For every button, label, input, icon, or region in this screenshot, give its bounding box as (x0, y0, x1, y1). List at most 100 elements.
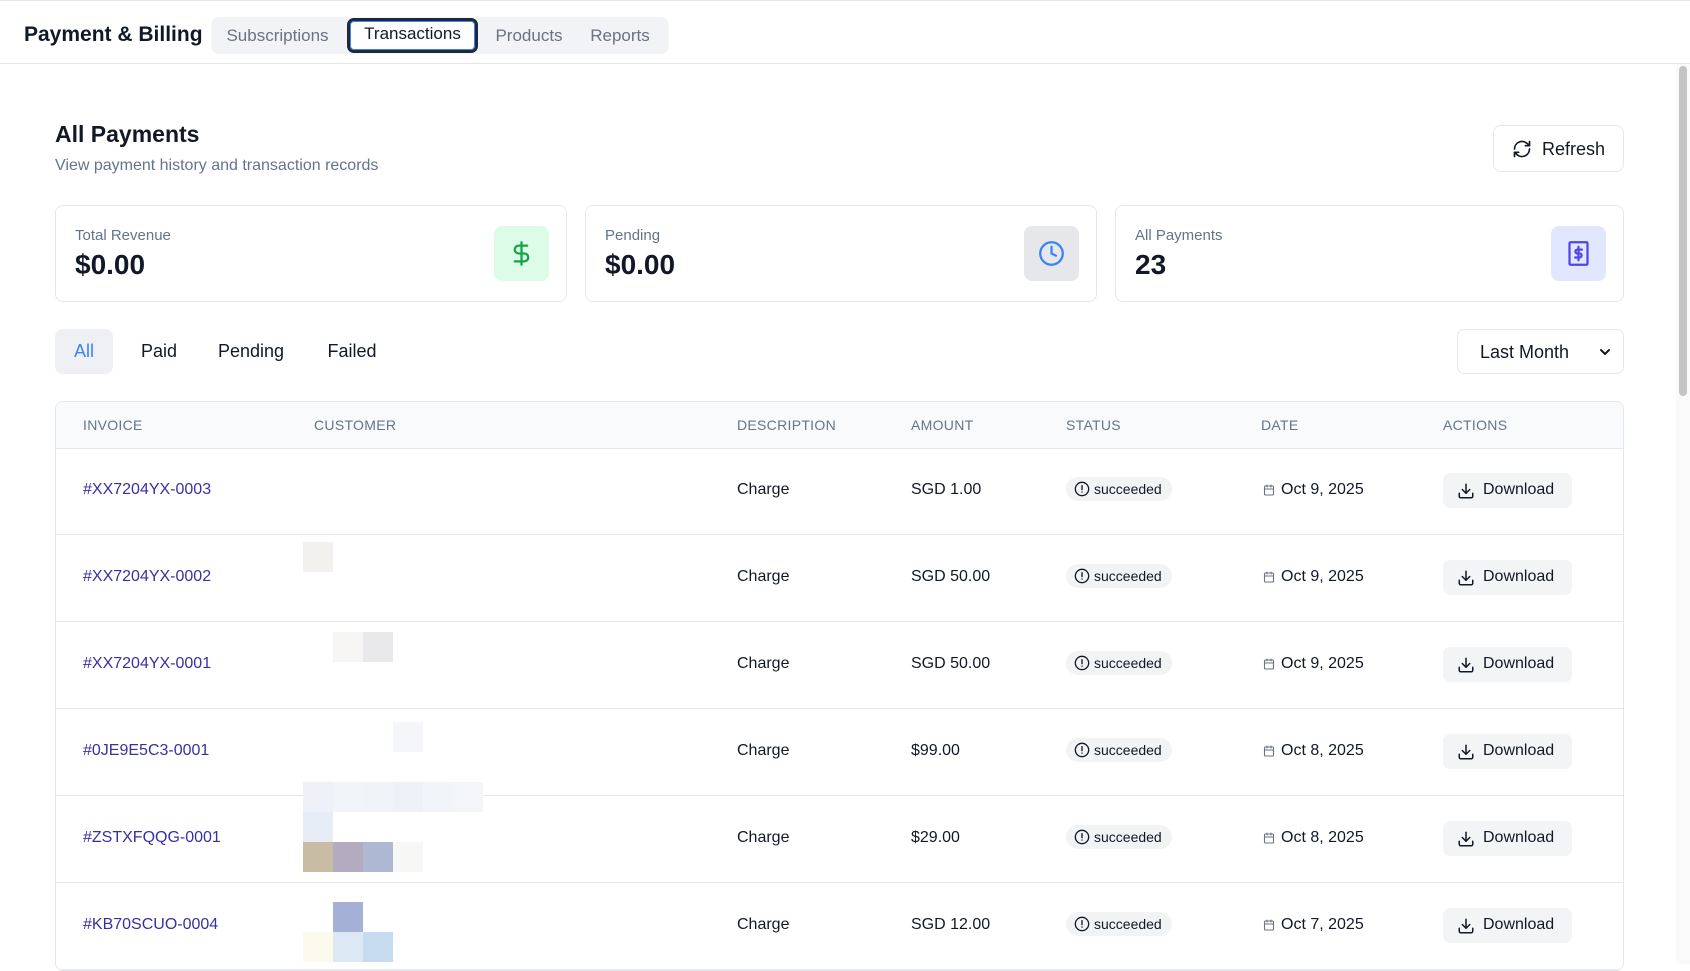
column-header-customer: CUSTOMER (314, 417, 397, 433)
status-badge: succeeded (1066, 651, 1172, 675)
alert-circle-icon (1074, 916, 1090, 932)
table-row: #XX7204YX-0002 Charge SGD 50.00 succeeded Oc… (56, 535, 1623, 622)
download-icon (1458, 831, 1474, 847)
stat-label: All Payments (1135, 227, 1223, 244)
status-badge: succeeded (1066, 825, 1172, 849)
invoice-link[interactable]: #0JE9E5C3-0001 (83, 742, 209, 760)
column-header-invoice: INVOICE (83, 417, 143, 433)
download-button[interactable]: Download (1443, 734, 1572, 769)
download-icon (1458, 744, 1474, 760)
table-row: #KB70SCUO-0004 Charge SGD 12.00 succeeded Oc… (56, 883, 1623, 970)
refresh-label: Refresh (1542, 139, 1606, 159)
date-range-select[interactable]: Last Month (1457, 329, 1624, 374)
stat-value: $0.00 (605, 249, 676, 280)
download-label: Download (1483, 568, 1555, 585)
download-label: Download (1483, 481, 1555, 498)
filter-failed[interactable]: Failed (312, 329, 392, 374)
status-label: succeeded (1094, 916, 1162, 932)
download-icon (1458, 483, 1474, 499)
amount-cell: $29.00 (911, 829, 960, 846)
date-label: Oct 7, 2025 (1281, 916, 1364, 933)
chevron-down-icon (1600, 349, 1610, 355)
description-cell: Charge (737, 742, 790, 759)
page-title: All Payments (55, 121, 200, 147)
amount-cell: SGD 12.00 (911, 916, 991, 933)
payments-table: INVOICE CUSTOMER DESCRIPTION AMOUNT STAT… (55, 401, 1624, 971)
amount-cell: $99.00 (911, 742, 960, 759)
description-cell: Charge (737, 481, 790, 498)
stat-label: Pending (605, 227, 661, 244)
status-label: succeeded (1094, 829, 1162, 845)
amount-cell: SGD 1.00 (911, 481, 982, 498)
filter-all[interactable]: All (55, 329, 113, 374)
stat-value: 23 (1135, 249, 1167, 280)
stat-card-total-revenue: Total Revenue $0.00 (55, 205, 567, 302)
description-cell: Charge (737, 916, 790, 933)
tab-products[interactable]: Products (484, 20, 574, 51)
clock-icon (1039, 241, 1064, 266)
invoice-link[interactable]: #XX7204YX-0001 (83, 655, 211, 673)
status-badge: succeeded (1066, 738, 1172, 762)
stat-badge (494, 226, 549, 281)
download-icon (1458, 657, 1474, 673)
alert-circle-icon (1074, 568, 1090, 584)
table-row: #XX7204YX-0003 Charge SGD 1.00 succeeded Oct… (56, 448, 1623, 535)
calendar-icon (1263, 832, 1275, 844)
stat-card-all-payments: All Payments 23 (1115, 205, 1624, 302)
download-button[interactable]: Download (1443, 473, 1572, 508)
invoice-link[interactable]: #XX7204YX-0003 (83, 481, 211, 499)
calendar-icon (1263, 658, 1275, 670)
stat-badge (1551, 226, 1606, 281)
alert-circle-icon (1074, 742, 1090, 758)
refresh-icon (1513, 140, 1531, 158)
amount-cell: SGD 50.00 (911, 655, 991, 672)
status-badge: succeeded (1066, 912, 1172, 936)
tab-transactions[interactable]: Transactions (347, 18, 478, 53)
tab-reports[interactable]: Reports (577, 20, 663, 51)
download-button[interactable]: Download (1443, 560, 1572, 595)
refresh-button[interactable]: Refresh (1493, 125, 1624, 172)
invoice-link[interactable]: #KB70SCUO-0004 (83, 916, 218, 934)
column-header-status: STATUS (1066, 417, 1121, 433)
column-header-date: DATE (1261, 417, 1299, 433)
filter-pending[interactable]: Pending (205, 329, 297, 374)
dollar-icon (513, 241, 530, 266)
date-range-value: Last Month (1480, 342, 1570, 362)
download-button[interactable]: Download (1443, 647, 1572, 682)
invoice-link[interactable]: #ZSTXFQQG-0001 (83, 829, 221, 847)
app-title: Payment & Billing (24, 23, 203, 46)
date-label: Oct 9, 2025 (1281, 481, 1364, 498)
date-label: Oct 9, 2025 (1281, 655, 1364, 672)
status-badge: succeeded (1066, 477, 1172, 501)
description-cell: Charge (737, 655, 790, 672)
column-header-amount: AMOUNT (911, 417, 974, 433)
date-label: Oct 9, 2025 (1281, 568, 1364, 585)
filter-paid[interactable]: Paid (128, 329, 190, 374)
calendar-icon (1263, 745, 1275, 757)
date-label: Oct 8, 2025 (1281, 829, 1364, 846)
column-header-actions: ACTIONS (1443, 417, 1508, 433)
status-label: succeeded (1094, 655, 1162, 671)
stat-value: $0.00 (75, 249, 146, 280)
invoice-link[interactable]: #XX7204YX-0002 (83, 568, 211, 586)
table-row: #XX7204YX-0001 Charge SGD 50.00 succeeded Oc… (56, 622, 1623, 709)
column-header-description: DESCRIPTION (737, 417, 836, 433)
status-badge: succeeded (1066, 564, 1172, 588)
page-subtitle: View payment history and transaction rec… (55, 157, 379, 174)
scrollbar-thumb[interactable] (1679, 66, 1687, 396)
alert-circle-icon (1074, 481, 1090, 497)
table-row: #ZSTXFQQG-0001 Charge $29.00 succeeded Oct 8… (56, 796, 1623, 883)
tab-subscriptions[interactable]: Subscriptions (215, 20, 340, 51)
download-icon (1458, 918, 1474, 934)
stat-label: Total Revenue (75, 227, 171, 244)
description-cell: Charge (737, 568, 790, 585)
status-label: succeeded (1094, 742, 1162, 758)
receipt-icon (1568, 241, 1589, 266)
download-button[interactable]: Download (1443, 821, 1572, 856)
description-cell: Charge (737, 829, 790, 846)
table-row: #0JE9E5C3-0001 Charge $99.00 succeeded Oct 8… (56, 709, 1623, 796)
calendar-icon (1263, 919, 1275, 931)
download-button[interactable]: Download (1443, 908, 1572, 943)
download-label: Download (1483, 829, 1555, 846)
status-label: succeeded (1094, 481, 1162, 497)
